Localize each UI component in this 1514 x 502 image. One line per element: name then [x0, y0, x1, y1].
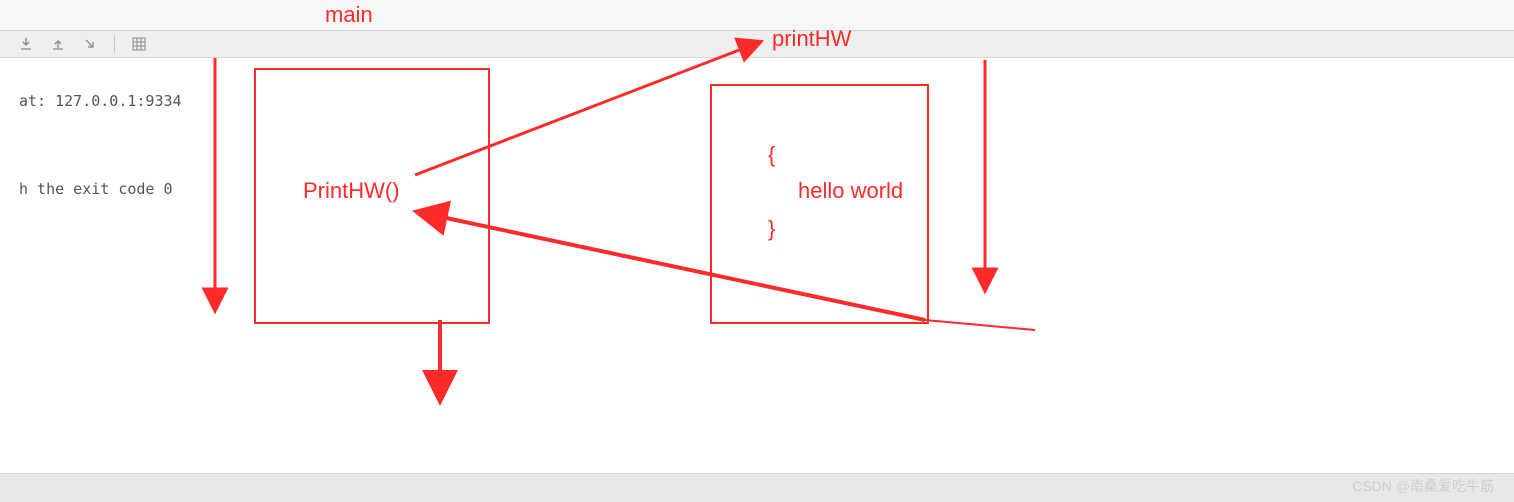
- annotation-brace-close: }: [768, 216, 775, 242]
- grid-icon[interactable]: [131, 36, 147, 52]
- upload-icon[interactable]: [50, 36, 66, 52]
- annotation-box1-text: PrintHW(): [303, 178, 400, 204]
- watermark-text: CSDN @南桑爱吃牛筋: [1352, 476, 1494, 496]
- annotation-brace-open: {: [768, 142, 775, 168]
- arrow-down-right-icon[interactable]: [82, 36, 98, 52]
- toolbar-separator: [114, 35, 115, 53]
- annotation-main-label: main: [325, 2, 373, 28]
- annotation-box-printhw: [710, 84, 929, 324]
- annotation-printhw-label: printHW: [772, 26, 851, 52]
- console-line: at: 127.0.0.1:9334: [19, 92, 182, 110]
- status-bar: [0, 473, 1514, 502]
- console-line: h the exit code 0: [19, 180, 173, 198]
- console-toolbar: [0, 30, 1514, 58]
- download-icon[interactable]: [18, 36, 34, 52]
- annotation-box2-body: hello world: [798, 178, 903, 204]
